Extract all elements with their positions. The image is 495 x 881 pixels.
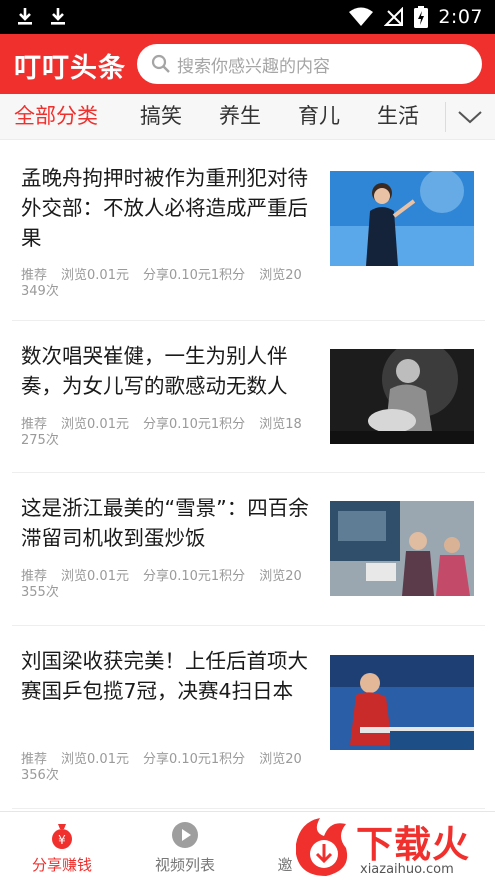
news-view-reward: 浏览0.01元	[61, 268, 129, 283]
watermark-brand: 下载火	[356, 823, 470, 866]
play-circle-icon	[172, 822, 198, 848]
news-view-reward: 浏览0.01元	[61, 569, 129, 584]
news-view-reward: 浏览0.01元	[61, 417, 129, 432]
news-view-reward: 浏览0.01元	[61, 752, 129, 767]
news-feed[interactable]: 孟晚舟拘押时被作为重刑犯对待 外交部：不放人必将造成严重后果 推荐 浏览0.01元…	[0, 141, 495, 811]
news-tag: 推荐	[21, 569, 48, 584]
battery-charging-icon	[414, 6, 429, 28]
search-placeholder: 搜索你感兴趣的内容	[177, 56, 330, 77]
tab-life[interactable]: 生活	[377, 94, 419, 140]
flame-logo-icon	[296, 818, 348, 876]
item-separator	[12, 808, 485, 809]
nav-label: 分享赚钱	[31, 856, 92, 874]
status-time: 2:07	[438, 6, 483, 28]
news-tag: 推荐	[21, 417, 48, 432]
search-icon	[151, 54, 170, 73]
news-share-reward: 分享0.10元1积分	[142, 752, 246, 767]
svg-text:¥: ¥	[58, 833, 66, 847]
category-tabs: 全部分类 搞笑 养生 育儿 生活	[0, 94, 495, 140]
status-bar: 2:07	[0, 0, 495, 34]
watermark-logo: 下载火 xiazaihuo.com	[290, 812, 495, 881]
news-tag: 推荐	[21, 268, 48, 283]
app-header: 叮叮头条 搜索你感兴趣的内容	[0, 34, 495, 94]
news-item[interactable]: 刘国梁收获完美！上任后首项大赛国乒包揽7冠，决赛4扫日本 推荐 浏览0.01元 分享…	[0, 626, 495, 808]
download-icon	[18, 8, 32, 25]
news-thumbnail[interactable]	[330, 171, 474, 266]
no-signal-icon	[384, 7, 404, 26]
tab-all-categories[interactable]: 全部分类	[14, 94, 98, 140]
app-title: 叮叮头条	[14, 53, 126, 84]
news-meta: 推荐 浏览0.01元 分享0.10元1积分 浏览20355次	[21, 569, 306, 601]
money-bag-icon: ¥	[52, 824, 72, 849]
news-thumbnail[interactable]	[330, 349, 474, 444]
news-share-reward: 分享0.10元1积分	[142, 569, 246, 584]
news-title[interactable]: 数次唱哭崔健，一生为别人伴奏，为女儿写的歌感动无数人	[21, 341, 313, 401]
news-tag: 推荐	[21, 752, 48, 767]
news-title[interactable]: 刘国梁收获完美！上任后首项大赛国乒包揽7冠，决赛4扫日本	[21, 646, 313, 706]
news-meta: 推荐 浏览0.01元 分享0.10元1积分 浏览20349次	[21, 268, 306, 300]
news-item[interactable]: 这是浙江最美的“雪景”：四百余滞留司机收到蛋炒饭 推荐 浏览0.01元 分享0.10…	[0, 473, 495, 626]
news-share-reward: 分享0.10元1积分	[142, 417, 246, 432]
download-icon	[51, 8, 65, 25]
chevron-down-icon[interactable]	[455, 102, 485, 132]
news-title[interactable]: 这是浙江最美的“雪景”：四百余滞留司机收到蛋炒饭	[21, 493, 313, 553]
nav-label: 视频列表	[154, 856, 215, 874]
nav-share-earn[interactable]: ¥ 分享赚钱	[7, 812, 117, 881]
nav-video-list[interactable]: 视频列表	[130, 812, 240, 881]
news-thumbnail[interactable]	[330, 655, 474, 750]
news-share-reward: 分享0.10元1积分	[142, 268, 246, 283]
search-input[interactable]: 搜索你感兴趣的内容	[137, 44, 482, 84]
news-meta: 推荐 浏览0.01元 分享0.10元1积分 浏览18275次	[21, 417, 306, 449]
watermark-url: xiazaihuo.com	[360, 862, 454, 877]
tab-health[interactable]: 养生	[219, 94, 261, 140]
news-item[interactable]: 孟晚舟拘押时被作为重刑犯对待 外交部：不放人必将造成严重后果 推荐 浏览0.01元…	[0, 141, 495, 321]
tab-parenting[interactable]: 育儿	[298, 94, 340, 140]
news-meta: 推荐 浏览0.01元 分享0.10元1积分 浏览20356次	[21, 752, 306, 784]
news-item[interactable]: 数次唱哭崔健，一生为别人伴奏，为女儿写的歌感动无数人 推荐 浏览0.01元 分享0.…	[0, 321, 495, 473]
wifi-icon	[349, 7, 374, 26]
tab-divider	[445, 102, 446, 132]
news-thumbnail[interactable]	[330, 501, 474, 596]
tab-funny[interactable]: 搞笑	[140, 94, 182, 140]
news-title[interactable]: 孟晚舟拘押时被作为重刑犯对待 外交部：不放人必将造成严重后果	[21, 163, 313, 253]
